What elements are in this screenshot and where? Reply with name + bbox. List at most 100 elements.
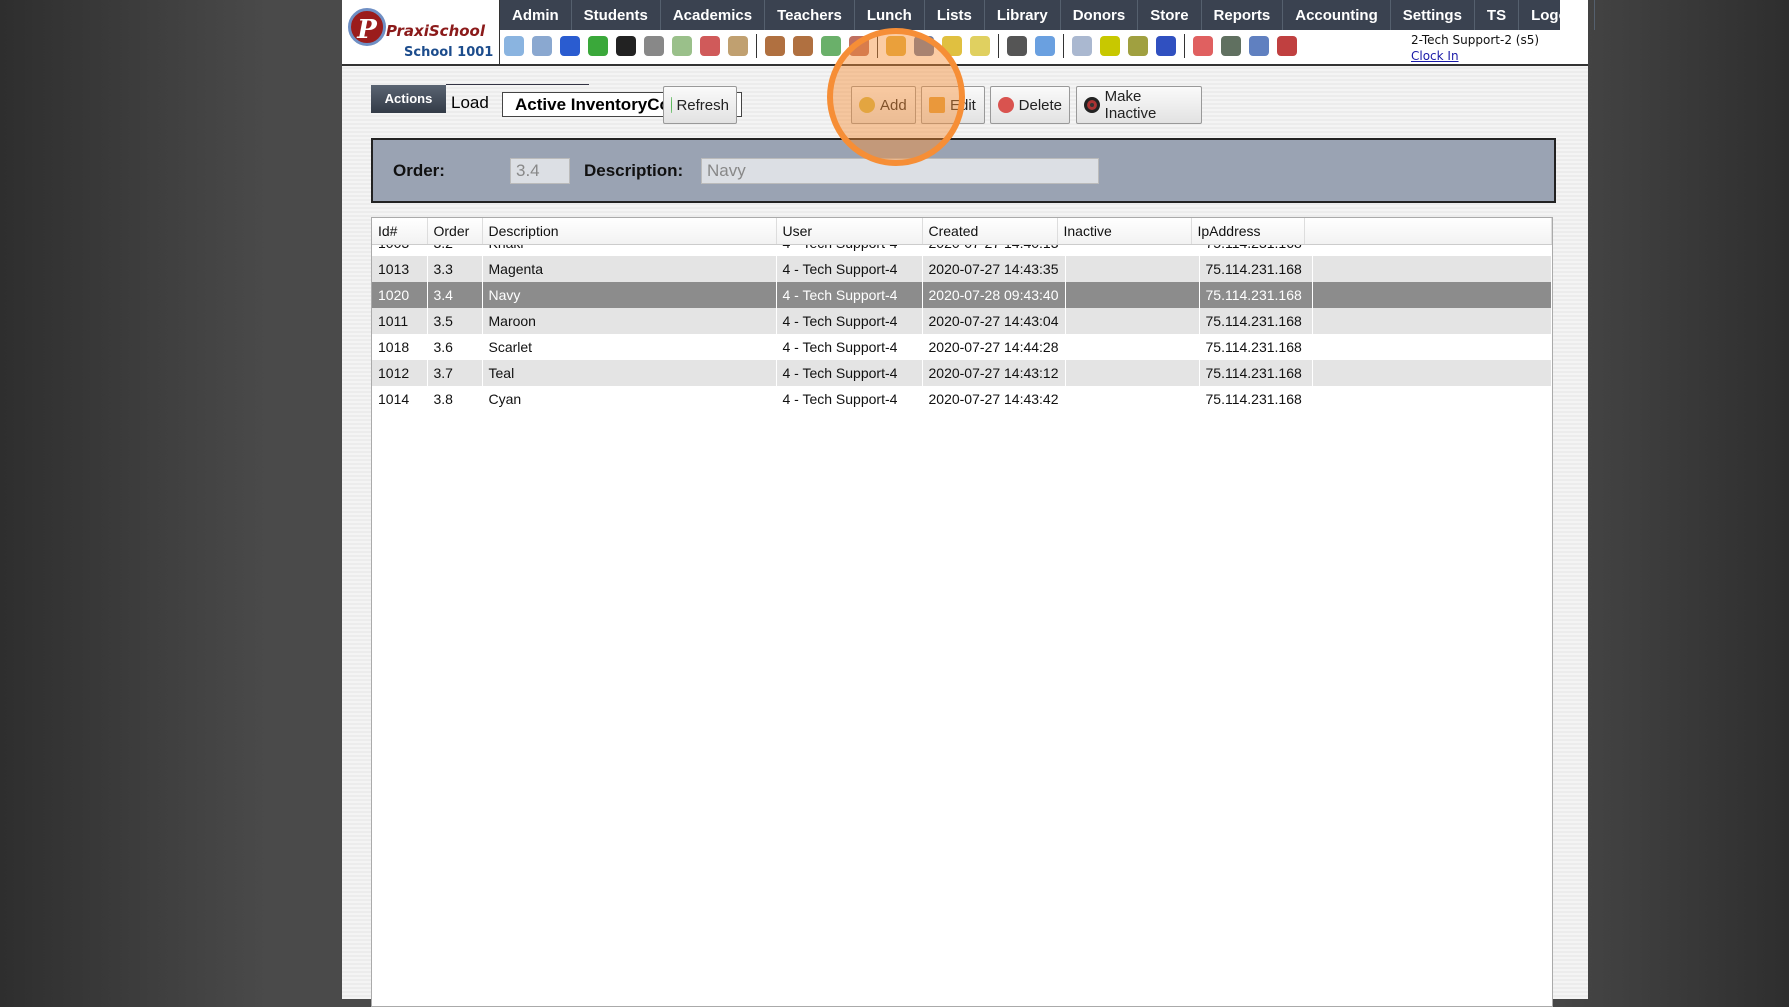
table-cell: 4 - Tech Support-4 (776, 386, 922, 412)
icon-toolbar (504, 34, 1297, 58)
app-window: P PraxiSchool School 1001 AdminStudentsA… (342, 0, 1588, 999)
refresh-label: Refresh (676, 97, 729, 114)
search-icon[interactable] (504, 36, 524, 56)
table-row[interactable]: 10133.3Magenta4 - Tech Support-42020-07-… (372, 256, 1552, 282)
nav-ts[interactable]: TS (1475, 0, 1519, 30)
table-row[interactable]: 10123.7Teal4 - Tech Support-42020-07-27 … (372, 360, 1552, 386)
table-cell (1065, 256, 1199, 282)
logo[interactable]: P PraxiSchool School 1001 (342, 0, 500, 66)
order-input[interactable]: 3.4 (510, 158, 570, 184)
table-cell: Magenta (482, 256, 776, 282)
edit-button[interactable]: Edit (921, 86, 985, 124)
column-header[interactable]: Order (427, 218, 482, 244)
megaphone-icon[interactable] (728, 36, 748, 56)
user-name: 2-Tech Support-2 (s5) (1411, 33, 1539, 47)
money-icon[interactable] (821, 36, 841, 56)
book-icon[interactable] (914, 36, 934, 56)
make-inactive-button[interactable]: Make Inactive (1076, 86, 1202, 124)
add-student-icon[interactable] (765, 36, 785, 56)
table-body: 10033.2Khaki4 - Tech Support-42020-07-27… (372, 230, 1552, 412)
table-cell (1065, 308, 1199, 334)
delete-icon (998, 97, 1014, 113)
column-header[interactable]: User (776, 218, 922, 244)
make-inactive-label: Make Inactive (1105, 88, 1194, 122)
speaker-icon[interactable] (644, 36, 664, 56)
delete-button[interactable]: Delete (990, 86, 1070, 124)
phone-icon[interactable] (616, 36, 636, 56)
table-row[interactable]: 10113.5Maroon4 - Tech Support-42020-07-2… (372, 308, 1552, 334)
table-row[interactable]: 10183.6Scarlet4 - Tech Support-42020-07-… (372, 334, 1552, 360)
table-row[interactable]: 10203.4Navy4 - Tech Support-42020-07-28 … (372, 282, 1552, 308)
nav-academics[interactable]: Academics (661, 0, 765, 30)
ap-icon[interactable] (1156, 36, 1176, 56)
export-icon[interactable] (970, 36, 990, 56)
nav-reports[interactable]: Reports (1202, 0, 1284, 30)
lunch-icon[interactable] (886, 36, 906, 56)
table-cell: 75.114.231.168 (1199, 360, 1312, 386)
actions-tab[interactable]: Actions (371, 85, 446, 113)
nav-lunch[interactable]: Lunch (855, 0, 925, 30)
printer-icon[interactable] (1128, 36, 1148, 56)
inactive-icon (1084, 97, 1100, 113)
column-header[interactable]: Inactive (1057, 218, 1191, 244)
column-header[interactable]: Created (922, 218, 1057, 244)
nav-accounting[interactable]: Accounting (1283, 0, 1391, 30)
teacher-icon[interactable] (1007, 36, 1027, 56)
nav-library[interactable]: Library (985, 0, 1061, 30)
add-button[interactable]: Add (851, 86, 916, 124)
logo-mark: P (348, 8, 386, 46)
colors-table: Id#OrderDescriptionUserCreatedInactiveIp… (371, 217, 1553, 1007)
toolbar-separator (1184, 34, 1185, 58)
table-cell: 1018 (372, 334, 427, 360)
table-cell: 4 - Tech Support-4 (776, 256, 922, 282)
toolbar-separator (1063, 34, 1064, 58)
calendar-icon[interactable] (700, 36, 720, 56)
divider (446, 84, 589, 85)
table-cell: 3.5 (427, 308, 482, 334)
clock-in-link[interactable]: Clock In (1411, 49, 1539, 63)
clock-icon[interactable] (1035, 36, 1055, 56)
table-cell: 2020-07-27 14:43:42 (922, 386, 1065, 412)
column-header[interactable]: Description (482, 218, 776, 244)
toolbar-separator (877, 34, 878, 58)
column-header[interactable]: IpAddress (1191, 218, 1304, 244)
calendar-grid-icon[interactable] (532, 36, 552, 56)
order-label: Order: (393, 161, 445, 181)
bell-icon[interactable] (942, 36, 962, 56)
table-cell: 1011 (372, 308, 427, 334)
pdf-icon[interactable] (1193, 36, 1213, 56)
nav-admin[interactable]: Admin (500, 0, 572, 30)
school-name: School 1001 (404, 45, 493, 60)
table-row[interactable]: 10143.8Cyan4 - Tech Support-42020-07-27 … (372, 386, 1552, 412)
table-cell: 1012 (372, 360, 427, 386)
card-icon[interactable] (1100, 36, 1120, 56)
table-cell: 2020-07-27 14:43:04 (922, 308, 1065, 334)
table-cell: 3.6 (427, 334, 482, 360)
table-cell: 4 - Tech Support-4 (776, 308, 922, 334)
nav-donors[interactable]: Donors (1061, 0, 1139, 30)
table-cell: Scarlet (482, 334, 776, 360)
column-header[interactable]: Id# (372, 218, 427, 244)
help-icon[interactable] (1249, 36, 1269, 56)
nav-store[interactable]: Store (1138, 0, 1201, 30)
table-cell (1065, 360, 1199, 386)
parents-icon[interactable] (849, 36, 869, 56)
nav-students[interactable]: Students (572, 0, 661, 30)
nav-teachers[interactable]: Teachers (765, 0, 855, 30)
chat-icon[interactable] (588, 36, 608, 56)
nav-lists[interactable]: Lists (925, 0, 985, 30)
table-cell: 3.8 (427, 386, 482, 412)
email-icon[interactable] (560, 36, 580, 56)
spreadsheet-icon[interactable] (1072, 36, 1092, 56)
student-icon[interactable] (793, 36, 813, 56)
user-info: 2-Tech Support-2 (s5) Clock In (1411, 33, 1539, 63)
refresh-button[interactable]: Refresh (663, 86, 737, 124)
table-header: Id#OrderDescriptionUserCreatedInactiveIp… (372, 218, 1552, 245)
nav-settings[interactable]: Settings (1391, 0, 1475, 30)
nav-logout[interactable]: Logout (1519, 0, 1595, 30)
alert-icon[interactable] (1277, 36, 1297, 56)
load-label: Load (451, 93, 489, 113)
description-input[interactable]: Navy (701, 158, 1099, 184)
schedule-icon[interactable] (672, 36, 692, 56)
register-icon[interactable] (1221, 36, 1241, 56)
